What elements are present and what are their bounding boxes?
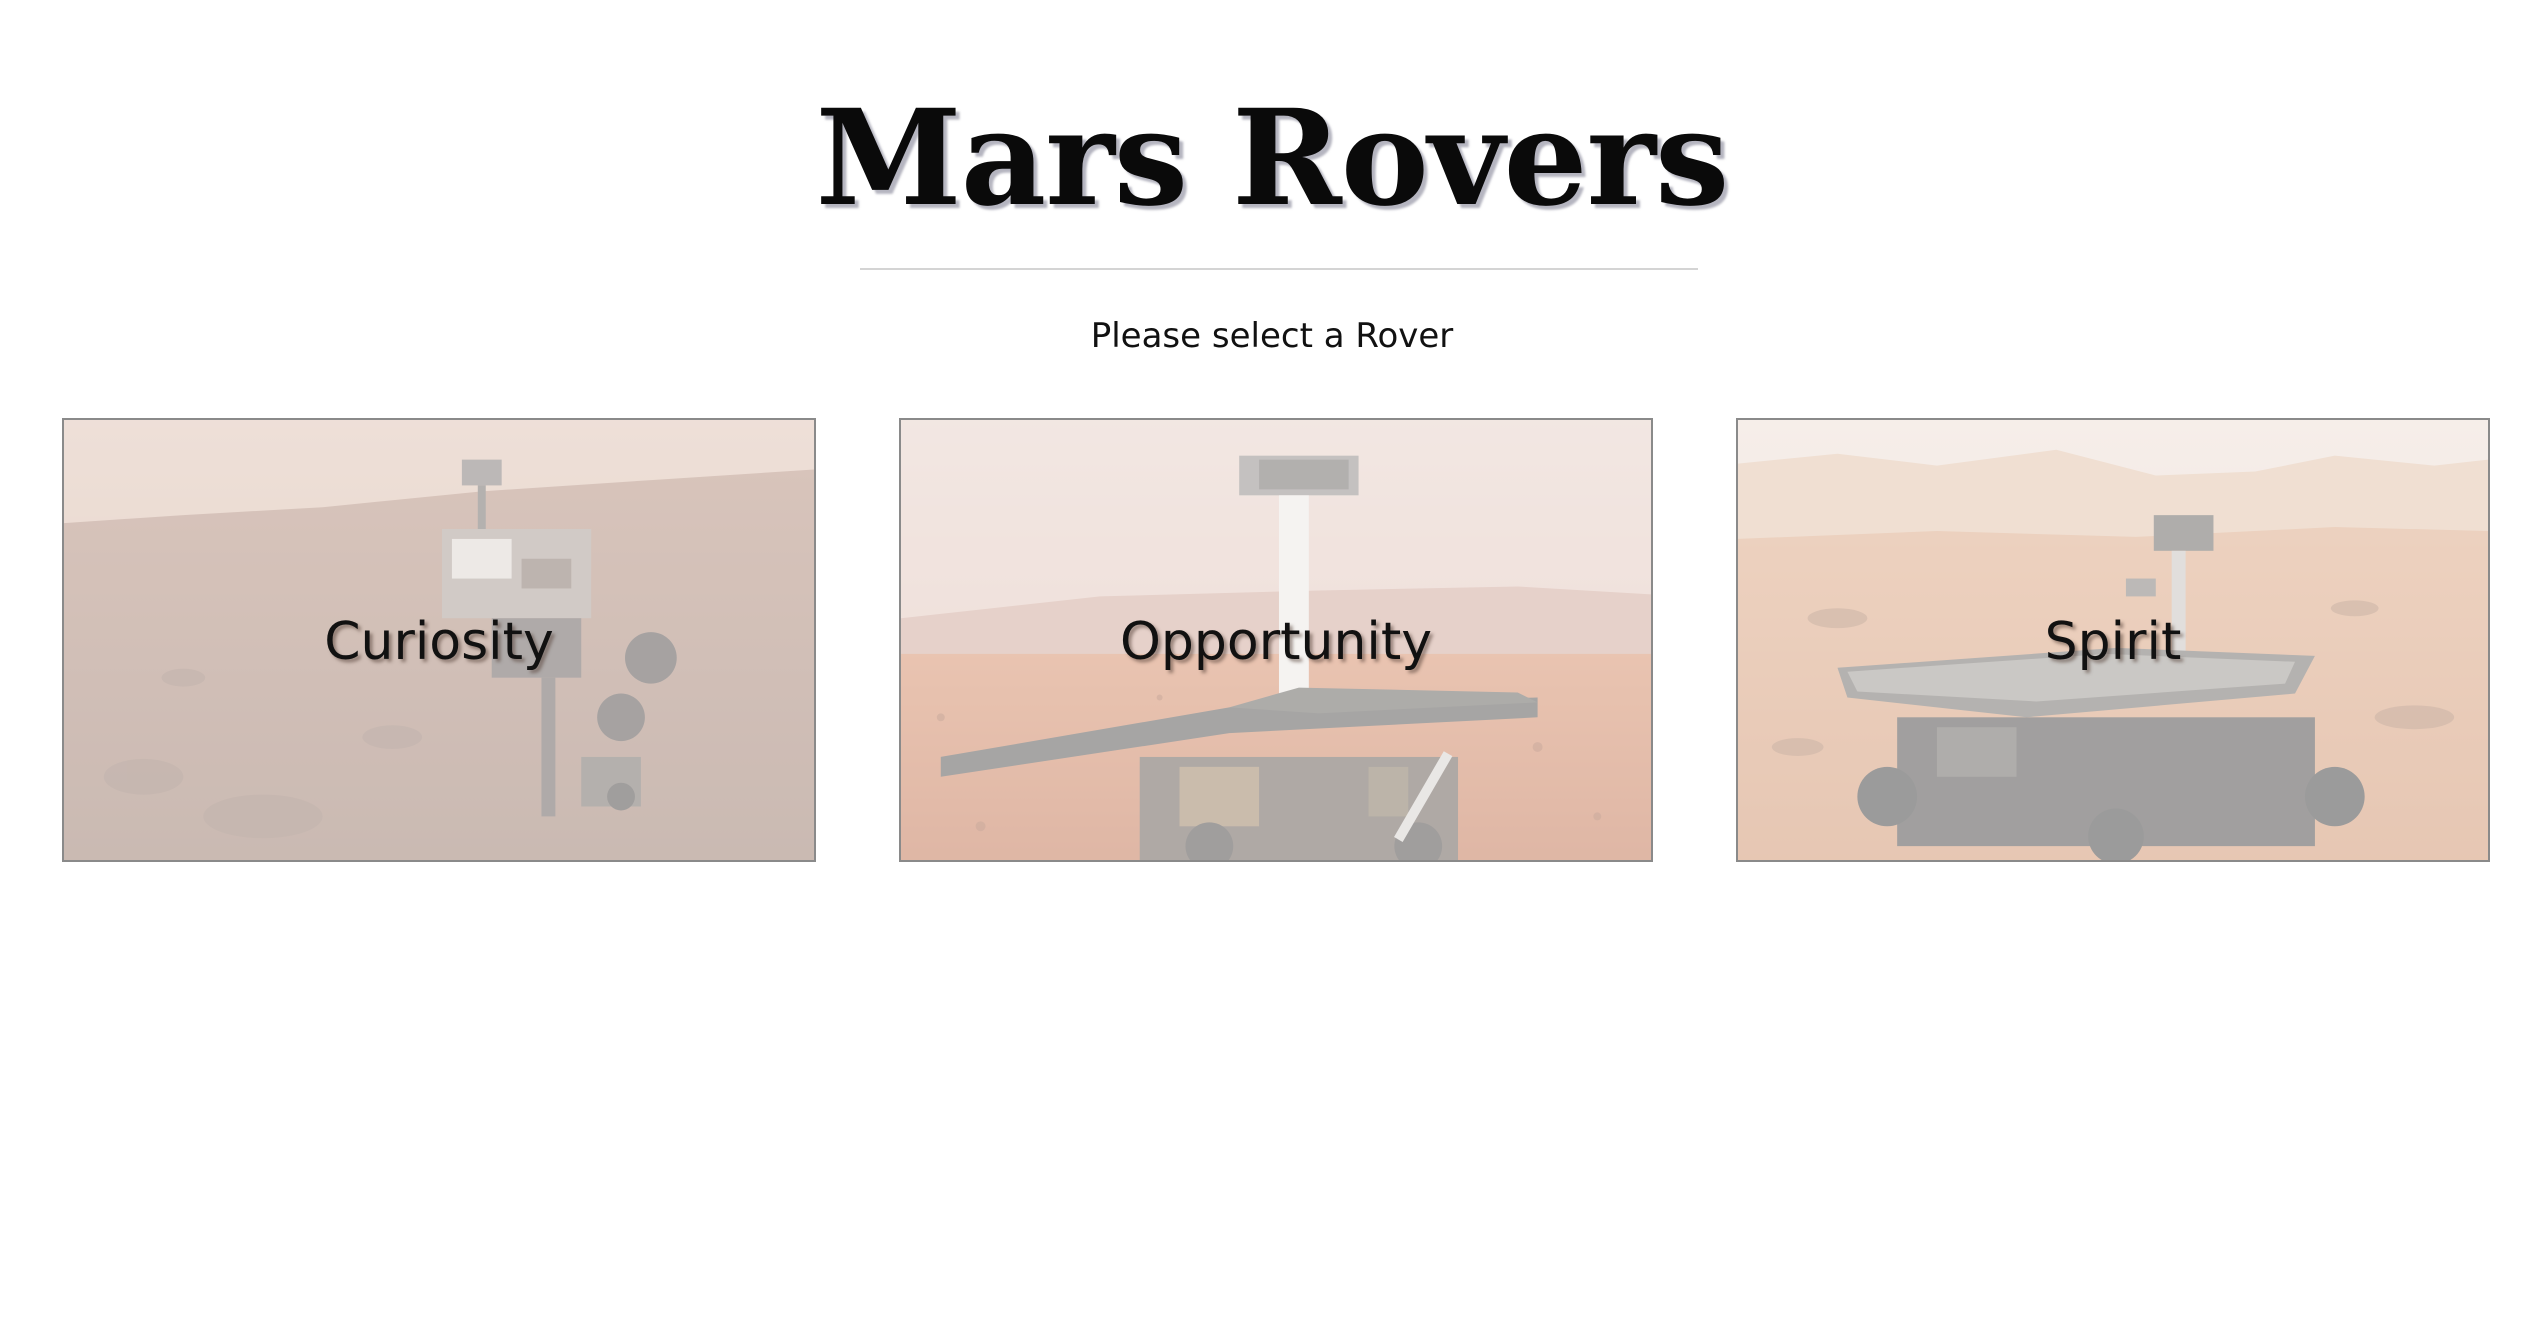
rover-name-curiosity: Curiosity xyxy=(324,612,554,672)
rover-card-curiosity[interactable]: Curiosity xyxy=(62,418,816,862)
rover-card-spirit[interactable]: Spirit xyxy=(1736,418,2490,862)
rover-name-opportunity: Opportunity xyxy=(1119,612,1433,672)
rover-name-spirit: Spirit xyxy=(2044,612,2182,672)
page-title: Mars Rovers xyxy=(815,81,1730,236)
rover-card-opportunity[interactable]: Opportunity xyxy=(899,418,1653,862)
page-subtitle: Please select a Rover xyxy=(1090,316,1454,356)
title-divider xyxy=(860,268,1698,270)
